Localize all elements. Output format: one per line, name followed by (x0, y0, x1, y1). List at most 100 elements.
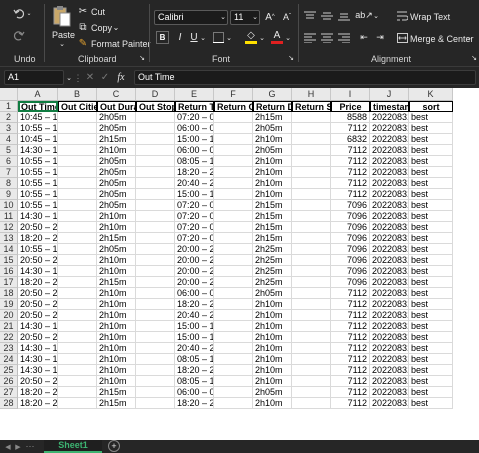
column-header[interactable]: J (370, 88, 409, 101)
table-cell[interactable]: 20:50 – 23:00 (18, 332, 58, 343)
table-cell[interactable] (136, 233, 175, 244)
table-cell[interactable] (292, 398, 331, 409)
font-name-select[interactable]: Calibri (154, 10, 228, 25)
column-header[interactable]: G (253, 88, 292, 101)
table-cell[interactable] (214, 134, 253, 145)
table-cell[interactable]: 14:30 – 16:40 (18, 145, 58, 156)
table-cell[interactable]: 15:00 – 17:10 (175, 189, 214, 200)
table-cell[interactable] (292, 156, 331, 167)
prev-sheet-icon[interactable]: ◀ (4, 441, 12, 452)
column-header[interactable]: B (58, 88, 97, 101)
table-cell[interactable]: 18:20 – 20:35 (18, 277, 58, 288)
table-cell[interactable]: 07:20 – 09:35 (175, 112, 214, 123)
table-cell[interactable]: 7112 (331, 123, 370, 134)
borders-icon[interactable] (212, 31, 225, 44)
table-cell[interactable]: 2h05m (97, 189, 136, 200)
table-cell[interactable] (292, 332, 331, 343)
table-cell[interactable] (58, 277, 97, 288)
table-cell[interactable]: best (409, 321, 453, 332)
table-cell[interactable]: best (409, 365, 453, 376)
column-header[interactable]: A (18, 88, 58, 101)
table-cell[interactable] (58, 343, 97, 354)
table-cell[interactable]: 2h15m (253, 222, 292, 233)
table-cell[interactable]: 7112 (331, 299, 370, 310)
header-cell[interactable]: timestamp (370, 101, 409, 112)
table-cell[interactable]: 2h25m (253, 244, 292, 255)
table-cell[interactable] (136, 189, 175, 200)
table-cell[interactable]: best (409, 277, 453, 288)
table-cell[interactable]: 2h10m (253, 343, 292, 354)
table-cell[interactable] (214, 332, 253, 343)
table-cell[interactable] (214, 343, 253, 354)
table-cell[interactable]: 20220831 (370, 112, 409, 123)
table-cell[interactable]: 20:50 – 23:00 (18, 255, 58, 266)
sheet-list-icon[interactable]: ⋯ (26, 441, 35, 452)
italic-icon[interactable]: I (174, 31, 186, 44)
table-cell[interactable]: 20220831 (370, 244, 409, 255)
header-cell[interactable]: Out Cities (58, 101, 97, 112)
top-align-icon[interactable] (303, 9, 317, 22)
table-cell[interactable] (58, 222, 97, 233)
table-cell[interactable] (58, 398, 97, 409)
table-cell[interactable]: 06:00 – 08:05 (175, 123, 214, 134)
table-cell[interactable]: 2h10m (253, 365, 292, 376)
table-cell[interactable] (292, 244, 331, 255)
table-cell[interactable]: best (409, 387, 453, 398)
table-cell[interactable] (136, 255, 175, 266)
table-cell[interactable]: 2h15m (97, 398, 136, 409)
cancel-entry-icon[interactable]: ✕ (84, 71, 96, 84)
table-cell[interactable]: 10:55 – 13:00 (18, 200, 58, 211)
redo-icon[interactable] (12, 28, 26, 42)
table-cell[interactable]: 20220831 (370, 233, 409, 244)
table-cell[interactable] (136, 310, 175, 321)
table-cell[interactable]: 18:20 – 20:30 (175, 365, 214, 376)
table-cell[interactable]: 20220831 (370, 123, 409, 134)
table-cell[interactable]: 2h10m (97, 354, 136, 365)
table-cell[interactable]: 2h25m (253, 266, 292, 277)
table-cell[interactable]: 10:55 – 13:00 (18, 244, 58, 255)
table-cell[interactable] (58, 244, 97, 255)
table-cell[interactable]: 2h10m (253, 376, 292, 387)
table-cell[interactable] (136, 123, 175, 134)
more-options-icon[interactable]: ⋮ (74, 72, 83, 84)
table-cell[interactable]: 20220831 (370, 167, 409, 178)
table-cell[interactable] (292, 145, 331, 156)
table-cell[interactable]: 2h10m (97, 376, 136, 387)
table-cell[interactable]: best (409, 200, 453, 211)
merge-center-button-label[interactable]: Merge & Center (410, 34, 474, 44)
table-cell[interactable]: 7096 (331, 222, 370, 233)
increase-indent-icon[interactable]: ⇥ (373, 31, 387, 44)
table-cell[interactable]: 18:20 – 20:30 (175, 299, 214, 310)
row-header[interactable]: 10 (0, 200, 18, 211)
table-cell[interactable] (292, 222, 331, 233)
table-cell[interactable] (58, 376, 97, 387)
table-cell[interactable]: 20:50 – 23:00 (18, 299, 58, 310)
table-cell[interactable]: best (409, 112, 453, 123)
table-cell[interactable]: 14:30 – 16:40 (18, 354, 58, 365)
row-header[interactable]: 19 (0, 299, 18, 310)
table-cell[interactable]: 2h10m (253, 189, 292, 200)
table-cell[interactable] (136, 156, 175, 167)
table-cell[interactable] (58, 233, 97, 244)
header-cell[interactable]: sort (409, 101, 453, 112)
bottom-align-icon[interactable] (337, 9, 351, 22)
table-cell[interactable]: 20220831 (370, 189, 409, 200)
column-header[interactable]: H (292, 88, 331, 101)
table-cell[interactable]: 20220831 (370, 222, 409, 233)
table-cell[interactable]: 08:05 – 10:15 (175, 156, 214, 167)
table-cell[interactable]: 2h05m (97, 178, 136, 189)
table-cell[interactable]: 20220831 (370, 178, 409, 189)
table-cell[interactable] (58, 365, 97, 376)
table-cell[interactable] (214, 321, 253, 332)
table-cell[interactable]: 20220831 (370, 343, 409, 354)
table-cell[interactable] (214, 189, 253, 200)
table-cell[interactable]: best (409, 134, 453, 145)
table-cell[interactable] (214, 277, 253, 288)
table-cell[interactable] (292, 299, 331, 310)
table-cell[interactable]: 15:00 – 17:10 (175, 134, 214, 145)
table-cell[interactable]: 2h10m (97, 310, 136, 321)
table-cell[interactable] (58, 288, 97, 299)
table-cell[interactable]: best (409, 310, 453, 321)
table-cell[interactable] (292, 354, 331, 365)
table-cell[interactable]: 2h15m (253, 211, 292, 222)
